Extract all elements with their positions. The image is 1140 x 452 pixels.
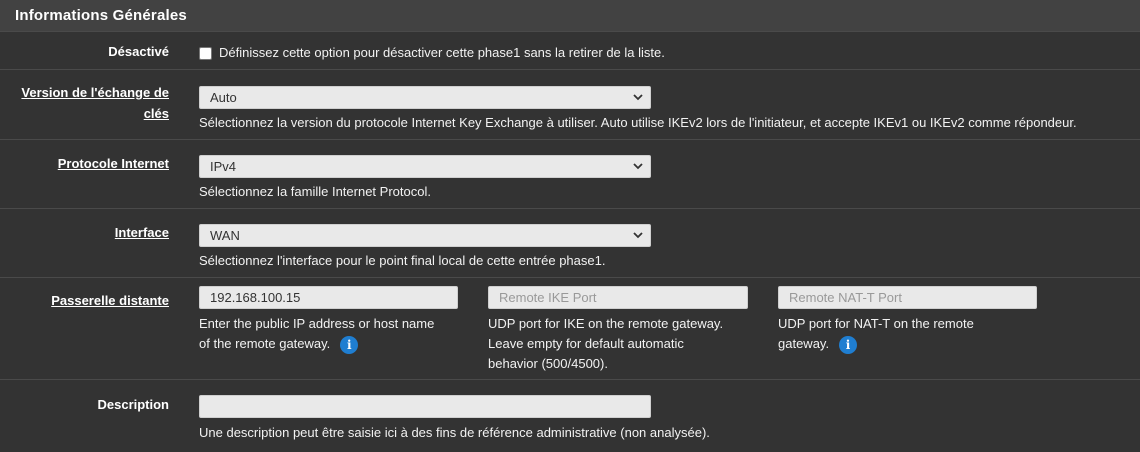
ike-version-label-line2: clés <box>143 106 169 121</box>
ike-version-select-wrap[interactable]: Auto <box>199 86 651 109</box>
disabled-label: Désactivé <box>108 44 169 59</box>
ike-version-label: Version de l'échange de clés <box>0 82 169 124</box>
remote-natt-port-field: UDP port for NAT-T on the remote gateway… <box>778 286 1038 354</box>
remote-ike-port-field: UDP port for IKE on the remote gateway. … <box>488 286 748 374</box>
protocol-help: Sélectionnez la famille Internet Protoco… <box>199 184 431 199</box>
protocol-select[interactable]: IPv4 <box>199 155 651 178</box>
remote-ike-port-input[interactable] <box>488 286 748 309</box>
remote-natt-port-input[interactable] <box>778 286 1037 309</box>
remote-address-help-line1: Enter the public IP address or host name <box>199 316 435 331</box>
remote-address-help: Enter the public IP address or host name… <box>199 314 459 354</box>
remote-ike-port-help-line2: Leave empty for default automatic <box>488 336 684 351</box>
remote-natt-port-help: UDP port for NAT-T on the remote gateway… <box>778 314 1038 354</box>
ike-version-help: Sélectionnez la version du protocole Int… <box>199 115 1077 130</box>
row-remote-gateway: Passerelle distante Enter the public IP … <box>0 278 1140 380</box>
interface-label-text: Interface <box>114 225 169 240</box>
row-description: Description Une description peut être sa… <box>0 380 1140 450</box>
ike-version-select[interactable]: Auto <box>199 86 651 109</box>
protocol-label-text: Protocole Internet <box>57 156 169 171</box>
remote-address-help-line2: of the remote gateway. <box>199 336 331 351</box>
remote-ike-port-help-line3: behavior (500/4500). <box>488 356 608 371</box>
interface-select[interactable]: WAN <box>199 224 651 247</box>
protocol-label: Protocole Internet <box>0 153 169 175</box>
description-label: Description <box>97 397 169 412</box>
description-input[interactable] <box>199 395 651 418</box>
protocol-field: IPv4 Sélectionnez la famille Internet Pr… <box>199 155 651 202</box>
remote-ike-port-help-line1: UDP port for IKE on the remote gateway. <box>488 316 724 331</box>
section-header: Informations Générales <box>0 0 1140 32</box>
interface-field: WAN Sélectionnez l'interface pour le poi… <box>199 224 651 271</box>
remote-natt-port-help-line1: UDP port for NAT-T on the remote <box>778 316 974 331</box>
remote-gateway-label-text: Passerelle distante <box>51 293 169 308</box>
interface-label: Interface <box>0 222 169 244</box>
remote-address-input[interactable] <box>199 286 458 309</box>
remote-natt-port-help-line2: gateway. <box>778 336 830 351</box>
disabled-checkbox-wrapper[interactable]: Définissez cette option pour désactiver … <box>199 43 665 63</box>
disabled-checkbox-text: Définissez cette option pour désactiver … <box>219 45 665 60</box>
disabled-checkbox[interactable] <box>199 46 212 60</box>
ike-version-label-line1: Version de l'échange de <box>21 85 169 100</box>
row-interface: Interface WAN Sélectionnez l'interface p… <box>0 209 1140 278</box>
ike-version-field: Auto Sélectionnez la version du protocol… <box>199 86 1077 133</box>
info-icon[interactable]: i <box>340 335 359 354</box>
row-protocol: Protocole Internet IPv4 Sélectionnez la … <box>0 140 1140 209</box>
section-title: Informations Générales <box>15 7 187 24</box>
remote-gateway-label: Passerelle distante <box>0 290 169 312</box>
interface-select-wrap[interactable]: WAN <box>199 224 651 247</box>
description-field: Une description peut être saisie ici à d… <box>199 395 710 443</box>
info-icon[interactable]: i <box>839 335 858 354</box>
interface-help: Sélectionnez l'interface pour le point f… <box>199 253 606 268</box>
remote-ike-port-help: UDP port for IKE on the remote gateway. … <box>488 314 748 374</box>
protocol-select-wrap[interactable]: IPv4 <box>199 155 651 178</box>
row-disabled: Désactivé Définissez cette option pour d… <box>0 32 1140 70</box>
row-ike-version: Version de l'échange de clés Auto Sélect… <box>0 70 1140 140</box>
remote-address-field: Enter the public IP address or host name… <box>199 286 459 354</box>
description-help: Une description peut être saisie ici à d… <box>199 425 710 440</box>
